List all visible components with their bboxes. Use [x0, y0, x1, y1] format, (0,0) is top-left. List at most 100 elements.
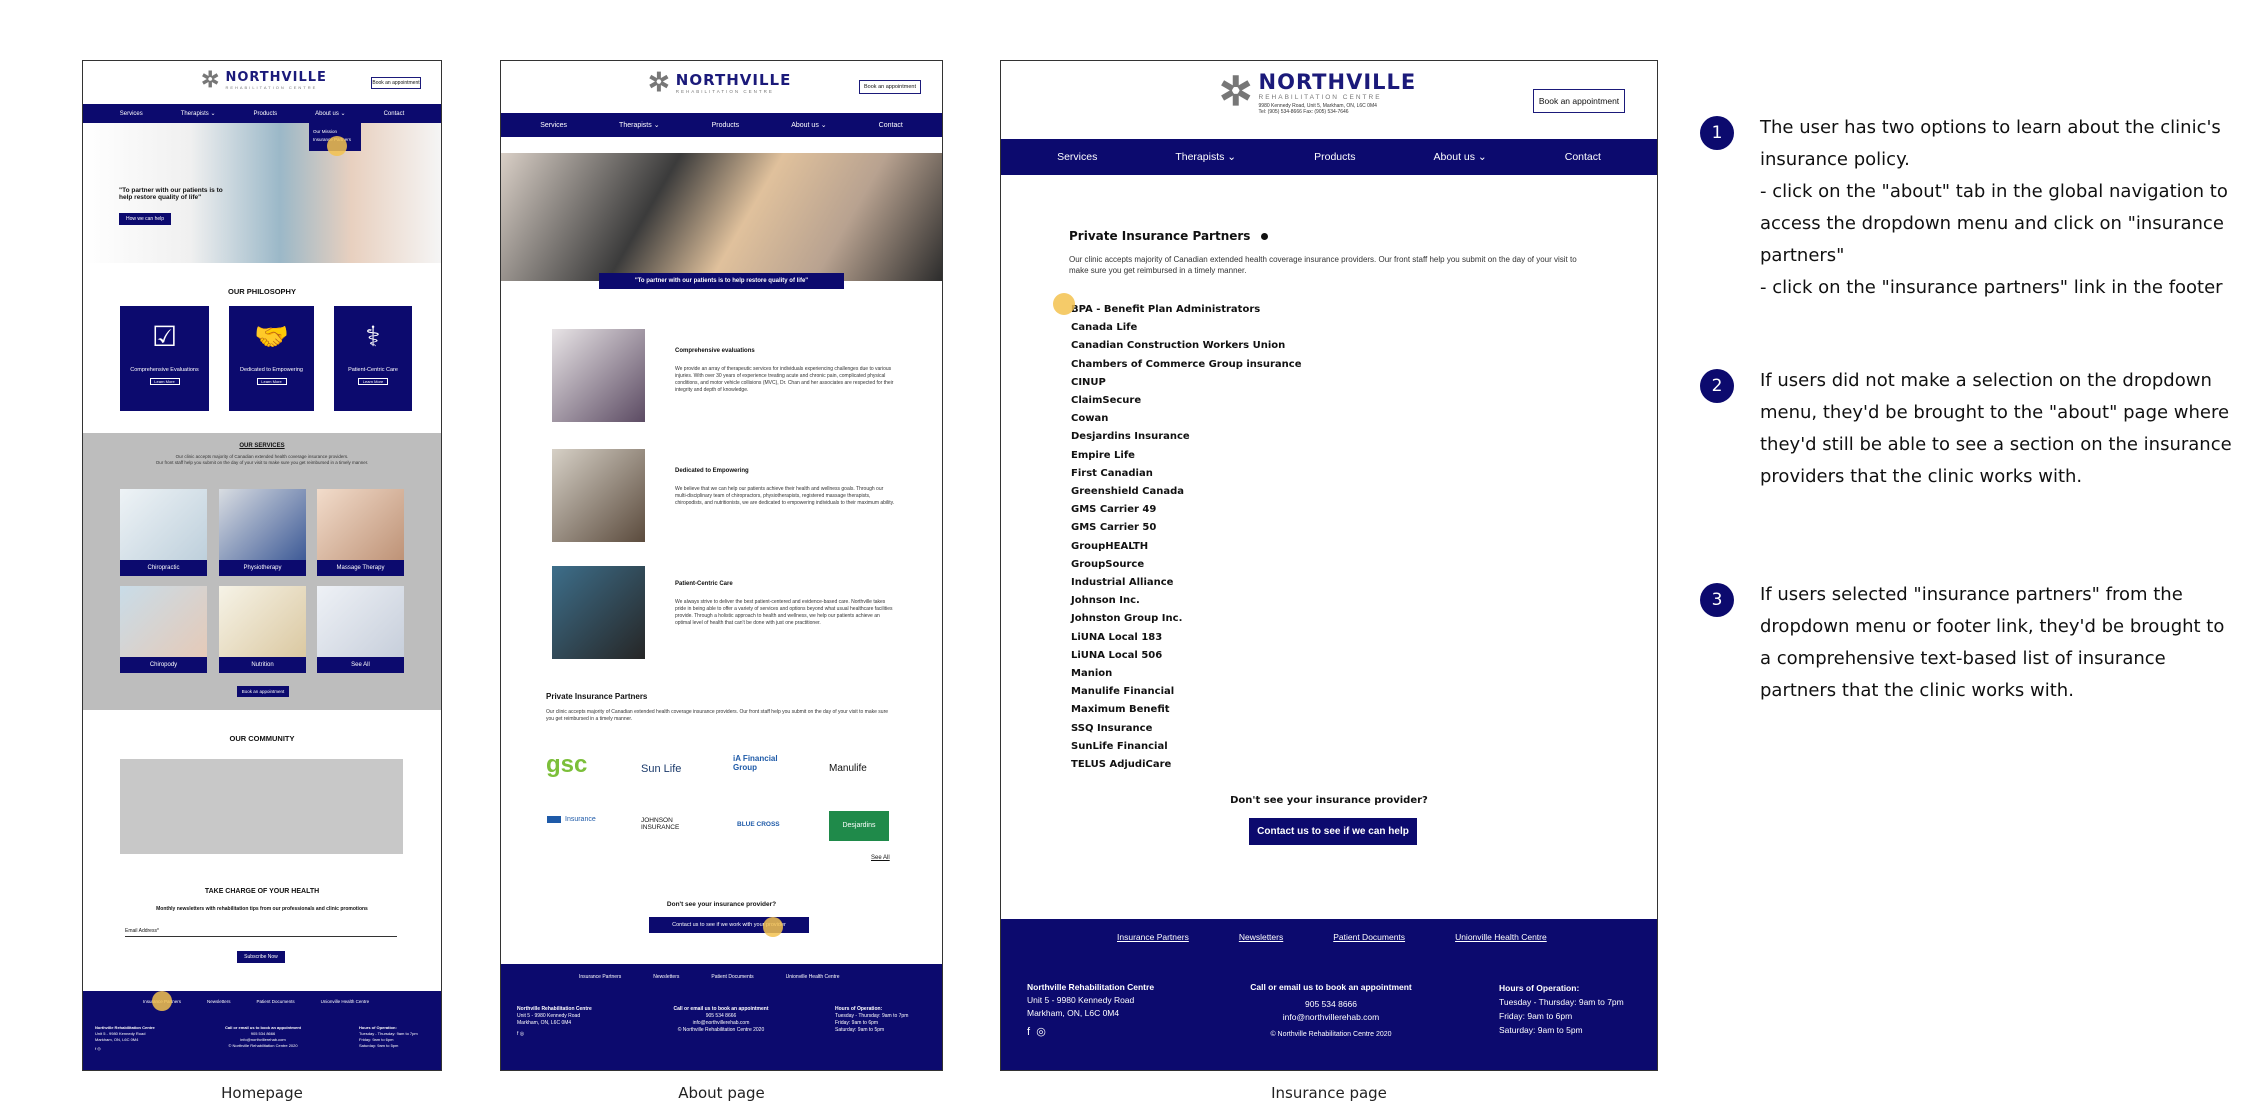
- insurance-item: Chambers of Commerce Group insurance: [1071, 358, 1302, 370]
- about-hero-quote: "To partner with our patients is to help…: [599, 273, 844, 289]
- caption-insurance: Insurance page: [1271, 1084, 1387, 1102]
- logo-manulife[interactable]: Manulife: [829, 763, 867, 774]
- nav-about[interactable]: About us ⌄: [1434, 151, 1487, 163]
- footer-address: Unit 5 - 9980 Kennedy Road: [1027, 995, 1135, 1005]
- hero-quote: "To partner with our patients is to help…: [119, 187, 223, 201]
- footer-link-newsletters[interactable]: Newsletters: [207, 999, 231, 1004]
- nav-products[interactable]: Products: [1314, 151, 1355, 163]
- nav-about[interactable]: About us ⌄: [315, 110, 345, 117]
- instagram-icon[interactable]: ◎: [520, 1031, 524, 1037]
- facebook-icon[interactable]: f: [517, 1031, 518, 1037]
- nav-contact[interactable]: Contact: [384, 111, 405, 117]
- insurance-item: Desjardins Insurance: [1071, 431, 1190, 443]
- footer-link-insurance[interactable]: Insurance Partners: [1117, 932, 1189, 942]
- logo-rbc[interactable]: Insurance: [547, 816, 596, 823]
- handshake-icon: 🤝: [254, 321, 289, 352]
- logo-bluecross[interactable]: BLUE CROSS: [737, 821, 780, 828]
- logo-gsc[interactable]: gsc: [546, 751, 587, 779]
- nav-products[interactable]: Products: [712, 122, 740, 129]
- logo[interactable]: ✲ NORTHVILLE REHABILITATION CENTRE 9980 …: [1219, 69, 1416, 115]
- dropdown-item-mission[interactable]: Our Mission: [309, 123, 361, 134]
- footer-hours: Tuesday - Thursday: 9am to 7pm: [1499, 997, 1624, 1007]
- contact-provider-button[interactable]: Contact us to see if we work with your p…: [649, 917, 809, 933]
- footer-link-documents[interactable]: Patient Documents: [257, 999, 295, 1004]
- insurance-item: Cowan: [1071, 413, 1109, 425]
- footer-link-newsletters[interactable]: Newsletters: [653, 974, 679, 980]
- checklist-icon: ☑: [151, 321, 178, 352]
- nav-about[interactable]: About us ⌄: [791, 121, 826, 129]
- footer-link-newsletters[interactable]: Newsletters: [1239, 932, 1283, 942]
- footer-link-documents[interactable]: Patient Documents: [711, 974, 753, 980]
- tile-massage[interactable]: Massage Therapy: [317, 489, 404, 576]
- footer-link-unionville[interactable]: Unionville Health Centre: [786, 974, 840, 980]
- insurance-item: GroupSource: [1071, 558, 1145, 570]
- learn-more-button[interactable]: Learn More: [256, 378, 287, 385]
- partners-title: Private Insurance Partners: [546, 692, 648, 701]
- email-field[interactable]: Email Address*: [125, 928, 397, 937]
- nav-contact[interactable]: Contact: [879, 122, 903, 129]
- nav-therapists[interactable]: Therapists ⌄: [181, 110, 216, 117]
- tile-chiropody[interactable]: Chiropody: [120, 586, 207, 673]
- tile-see-all[interactable]: See All: [317, 586, 404, 673]
- learn-more-button[interactable]: Learn More: [149, 378, 180, 385]
- nav-services[interactable]: Services: [540, 122, 567, 129]
- newsletter-subtitle: Monthly newsletters with rehabilitation …: [156, 906, 368, 912]
- dont-see-text: Don't see your insurance provider?: [1230, 795, 1428, 806]
- logo-desjardins[interactable]: Desjardins: [829, 811, 889, 841]
- facebook-icon[interactable]: f: [95, 1046, 96, 1051]
- nav-therapists[interactable]: Therapists ⌄: [619, 121, 660, 129]
- item-text-patient-centric: We always strive to deliver the best pat…: [675, 599, 893, 626]
- footer-phone[interactable]: 905 534 8666: [651, 1013, 791, 1020]
- nav-products[interactable]: Products: [253, 111, 277, 117]
- book-appointment-button[interactable]: Book an appointment: [371, 77, 421, 89]
- tile-physiotherapy[interactable]: Physiotherapy: [219, 489, 306, 576]
- services-subtitle-2: Our front staff help you submit on the d…: [155, 460, 369, 465]
- contact-us-button[interactable]: Contact us to see if we can help: [1249, 818, 1417, 845]
- tile-nutrition[interactable]: Nutrition: [219, 586, 306, 673]
- nav-services[interactable]: Services: [1057, 151, 1097, 163]
- see-all-link[interactable]: See All: [871, 855, 890, 861]
- subscribe-button[interactable]: Subscribe Now: [237, 951, 285, 963]
- facebook-icon[interactable]: f: [1027, 1026, 1030, 1038]
- logo-mark-icon: ✲: [648, 67, 670, 97]
- nav-services[interactable]: Services: [120, 111, 143, 117]
- footer-address-2: Markham, ON, L6C 0M4: [517, 1020, 572, 1026]
- services-book-button[interactable]: Book an appointment: [237, 686, 289, 697]
- footer-address-2: Markham, ON, L6C 0M4: [1027, 1008, 1120, 1018]
- logo-johnson[interactable]: JOHNSON INSURANCE: [641, 817, 701, 831]
- nav-therapists[interactable]: Therapists ⌄: [1175, 151, 1236, 163]
- insurance-intro: Our clinic accepts majority of Canadian …: [1069, 255, 1577, 275]
- footer-hours: Friday: 9am to 6pm: [835, 1020, 879, 1026]
- newsletter-title: TAKE CHARGE OF YOUR HEALTH: [204, 888, 320, 895]
- footer-link-documents[interactable]: Patient Documents: [1333, 932, 1405, 942]
- footer-link-unionville[interactable]: Unionville Health Centre: [321, 999, 370, 1004]
- nav-contact[interactable]: Contact: [1565, 151, 1601, 163]
- instagram-icon[interactable]: ◎: [97, 1046, 101, 1051]
- footer-email[interactable]: info@northvillerehab.com: [1231, 1011, 1431, 1024]
- footer-call-title: Call or email us to book an appointment: [1250, 982, 1412, 992]
- footer-email[interactable]: info@northvillerehab.com: [651, 1020, 791, 1027]
- item-text-evaluations: We provide an array of therapeutic servi…: [675, 366, 894, 393]
- footer-phone[interactable]: 905 534 8666: [1231, 998, 1431, 1011]
- step-text: The user has two options to learn about …: [1760, 117, 2228, 298]
- logo[interactable]: ✲ NORTHVILLE REHABILITATION CENTRE: [201, 67, 327, 93]
- book-appointment-button[interactable]: Book an appointment: [859, 80, 921, 94]
- footer-link-insurance[interactable]: Insurance Partners: [579, 974, 621, 980]
- footer-hours: Tuesday - Thursday: 9am to 7pm: [835, 1013, 909, 1019]
- instagram-icon[interactable]: ◎: [1036, 1026, 1046, 1038]
- home-footer: Insurance Partners Newsletters Patient D…: [83, 991, 441, 1070]
- how-we-can-help-button[interactable]: How we can help: [119, 213, 171, 225]
- learn-more-button[interactable]: Learn More: [358, 378, 388, 385]
- insurance-item: LiUNA Local 183: [1071, 631, 1163, 643]
- tile-chiropractic[interactable]: Chiropractic: [120, 489, 207, 576]
- card-comprehensive: ☑ Comprehensive Evaluations Learn More: [120, 306, 209, 411]
- caption-homepage: Homepage: [221, 1084, 303, 1102]
- philosophy-title: OUR PHILOSOPHY: [228, 287, 296, 296]
- logo[interactable]: ✲ NORTHVILLE REHABILITATION CENTRE: [648, 67, 791, 98]
- book-appointment-button[interactable]: Book an appointment: [1533, 89, 1625, 113]
- footer-link-unionville[interactable]: Unionville Health Centre: [1455, 932, 1547, 942]
- logo-ia[interactable]: iA Financial Group: [733, 754, 803, 772]
- community-title: OUR COMMUNITY: [229, 734, 295, 743]
- logo-sunlife[interactable]: Sun Life: [641, 763, 681, 775]
- photo-evaluations: [552, 329, 645, 422]
